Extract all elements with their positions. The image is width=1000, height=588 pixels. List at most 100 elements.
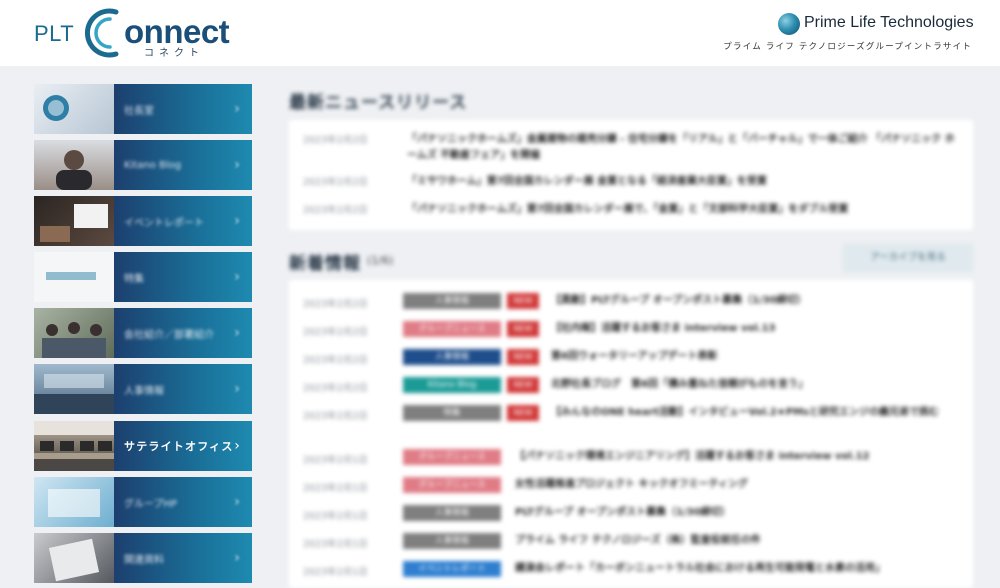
category-badge: グループニュース: [403, 477, 501, 493]
thumbnail-image: [34, 477, 114, 527]
thumbnail-image: [34, 140, 114, 190]
thumbnail-image: [34, 252, 114, 302]
item-title[interactable]: 第6回ウォータリーアップデート表彰: [551, 350, 955, 364]
chevron-right-icon: ›: [234, 213, 240, 229]
list-item[interactable]: 2023年2月2日 人事情報 NEW 第6回ウォータリーアップデート表彰: [303, 347, 963, 373]
logo-arc-icon: [84, 8, 119, 58]
list-item[interactable]: 2023年2月2日 特集 NEW 【みんなのONE heart活動】インタビュー…: [303, 403, 963, 443]
sidebar-item-company-intro[interactable]: 会社紹介／部署紹介 ›: [34, 308, 252, 358]
sidebar-item-label: 特集: [124, 273, 144, 285]
feature-thumb-icon: [46, 272, 96, 280]
list-item[interactable]: 2023年2月2日 人事情報 NEW 【異動】PLTグループ オープンポスト募集…: [303, 291, 963, 317]
item-title[interactable]: 【異動】PLTグループ オープンポスト募集（1/30締切）: [551, 294, 955, 308]
sidebar-item-label: 関連資料: [124, 554, 164, 566]
category-badge: 人事情報: [403, 505, 501, 521]
new-info-title: 新着情報: [289, 254, 361, 274]
thumbnail-image: [34, 84, 114, 134]
logo-thumb-icon: [43, 95, 69, 121]
chevron-right-icon: ›: [234, 269, 240, 285]
category-badge: Kitano Blog: [403, 377, 501, 393]
new-badge: NEW: [507, 293, 539, 309]
sidebar-item-hr-info[interactable]: 人事情報 ›: [34, 364, 252, 414]
sidebar-item-label: 社長室: [124, 105, 154, 117]
portrait-thumb-icon: [56, 150, 92, 190]
sidebar-item-president[interactable]: 社長室 ›: [34, 84, 252, 134]
item-title[interactable]: 講演会レポート「カーボンニュートラル社会における再生可能発電と水素の活用」: [515, 562, 955, 576]
new-badge: NEW: [507, 349, 539, 365]
news-text[interactable]: 「パナソニックホームズ」第7回全国カレンダー展で、「金賞」と「文部科学大臣賞」を…: [407, 202, 955, 218]
item-title[interactable]: プライム ライフ テクノロジーズ（株）監査役就任の件: [515, 534, 955, 548]
category-badge: 特集: [403, 405, 501, 421]
item-title[interactable]: 女性活躍推進プロジェクト キックオフミーティング: [515, 478, 955, 492]
item-title[interactable]: PLTグループ オープンポスト募集（1/30締切）: [515, 506, 955, 520]
site-header: PLT onnect コネクト Prime Life Technologies …: [0, 0, 1000, 66]
chevron-right-icon: ›: [234, 101, 240, 117]
item-title[interactable]: 【パナソニック環境エンジニアリング】活躍するお客さま interview vol…: [515, 450, 955, 464]
web-thumb-icon: [48, 489, 100, 517]
brand-subtitle: プライム ライフ テクノロジーズグループイントラサイト: [723, 42, 972, 52]
list-item[interactable]: 2023年2月1日 人事情報 PLTグループ オープンポスト募集（1/30締切）: [303, 503, 963, 529]
chevron-right-icon: ›: [234, 381, 240, 397]
thumbnail-image: [34, 308, 114, 358]
group-photo-icon: [42, 322, 106, 358]
new-badge: NEW: [507, 405, 539, 421]
news-text[interactable]: 「パナソニックホームズ」金属建物の建売分譲 - 住宅分譲を「リアル」と「バーチャ…: [407, 132, 955, 164]
plt-connect-logo[interactable]: PLT onnect コネクト: [32, 4, 230, 62]
item-date: 2023年2月1日: [303, 511, 368, 522]
page-count: (1/6): [367, 254, 394, 267]
thumbnail-image: [34, 533, 114, 583]
new-info-list: 2023年2月2日 人事情報 NEW 【異動】PLTグループ オープンポスト募集…: [289, 280, 973, 588]
item-title[interactable]: 【みんなのONE heart活動】インタビューVol.2★PMsと研究エンジの義…: [551, 406, 955, 420]
archive-button[interactable]: アーカイブを見る: [843, 244, 973, 272]
list-item[interactable]: 2023年2月2日 Kitano Blog NEW 北野社長ブログ 第6回「積み…: [303, 375, 963, 401]
thumbnail-image: [34, 421, 114, 471]
item-date: 2023年2月1日: [303, 483, 368, 494]
sidebar-item-label: Kitano Blog: [124, 159, 182, 171]
logo-prefix: PLT: [34, 21, 75, 46]
sidebar-item-kitano-blog[interactable]: Kitano Blog ›: [34, 140, 252, 190]
document-thumb-icon: [48, 538, 100, 582]
satellite-office-thumb-icon: [34, 421, 114, 471]
chevron-right-icon: ›: [234, 550, 240, 566]
sidebar-item-label: 会社紹介／部署紹介: [124, 329, 214, 341]
item-date: 2023年2月2日: [303, 383, 368, 394]
item-date: 2023年2月1日: [303, 455, 368, 466]
item-date: 2023年2月2日: [303, 327, 368, 338]
news-date: 2023年2月2日: [303, 177, 368, 188]
sidebar-item-label: サテライトオフィス: [124, 440, 234, 453]
news-date: 2023年2月2日: [303, 205, 368, 216]
thumbnail-image: [34, 196, 114, 246]
item-date: 2023年2月2日: [303, 411, 368, 422]
list-item[interactable]: 2023年2月1日 グループニュース 【パナソニック環境エンジニアリング】活躍す…: [303, 447, 963, 473]
logo-kana: コネクト: [144, 48, 204, 59]
globe-icon: [778, 13, 800, 35]
chevron-right-icon: ›: [234, 325, 240, 341]
company-brand[interactable]: Prime Life Technologies プライム ライフ テクノロジーズ…: [723, 12, 974, 56]
news-text[interactable]: 「ミサワホーム」第7回全国カレンダー展 金賞となる「経済産業大臣賞」を受賞: [407, 174, 955, 190]
list-item[interactable]: 2023年2月1日 イベントレポート 講演会レポート「カーボンニュートラル社会に…: [303, 559, 963, 585]
news-release-title: 最新ニュースリリース: [289, 93, 468, 113]
sidebar-item-satellite-office[interactable]: サテライトオフィス ›: [34, 421, 252, 471]
sidebar-item-group-hp[interactable]: グループHP ›: [34, 477, 252, 527]
list-item[interactable]: 2023年2月1日 人事情報 プライム ライフ テクノロジーズ（株）監査役就任の…: [303, 531, 963, 557]
chevron-right-icon: ›: [234, 157, 240, 173]
sidebar-item-label: イベントレポート: [124, 217, 204, 229]
category-badge: グループニュース: [403, 449, 501, 465]
item-title[interactable]: 北野社長ブログ 第6回「積み重ねた信頼がものを言う」: [551, 378, 955, 392]
sidebar-item-feature[interactable]: 特集 ›: [34, 252, 252, 302]
chevron-right-icon: ›: [234, 494, 240, 510]
category-badge: 人事情報: [403, 293, 501, 309]
brand-name: Prime Life Technologies: [804, 14, 974, 31]
list-item[interactable]: 2023年2月1日 グループニュース 女性活躍推進プロジェクト キックオフミーテ…: [303, 475, 963, 501]
item-date: 2023年2月2日: [303, 299, 368, 310]
list-item[interactable]: 2023年2月2日 グループニュース NEW 【社内報】活躍するお客さま int…: [303, 319, 963, 345]
sidebar-item-label: グループHP: [124, 498, 177, 510]
category-badge: イベントレポート: [403, 561, 501, 577]
thumbnail-image: [34, 364, 114, 414]
item-title[interactable]: 【社内報】活躍するお客さま interview vol.13: [551, 322, 955, 336]
sidebar-item-documents[interactable]: 関連資料 ›: [34, 533, 252, 583]
sidebar-item-event-report[interactable]: イベントレポート ›: [34, 196, 252, 246]
category-badge: グループニュース: [403, 321, 501, 337]
item-date: 2023年2月1日: [303, 539, 368, 550]
category-badge: 人事情報: [403, 349, 501, 365]
